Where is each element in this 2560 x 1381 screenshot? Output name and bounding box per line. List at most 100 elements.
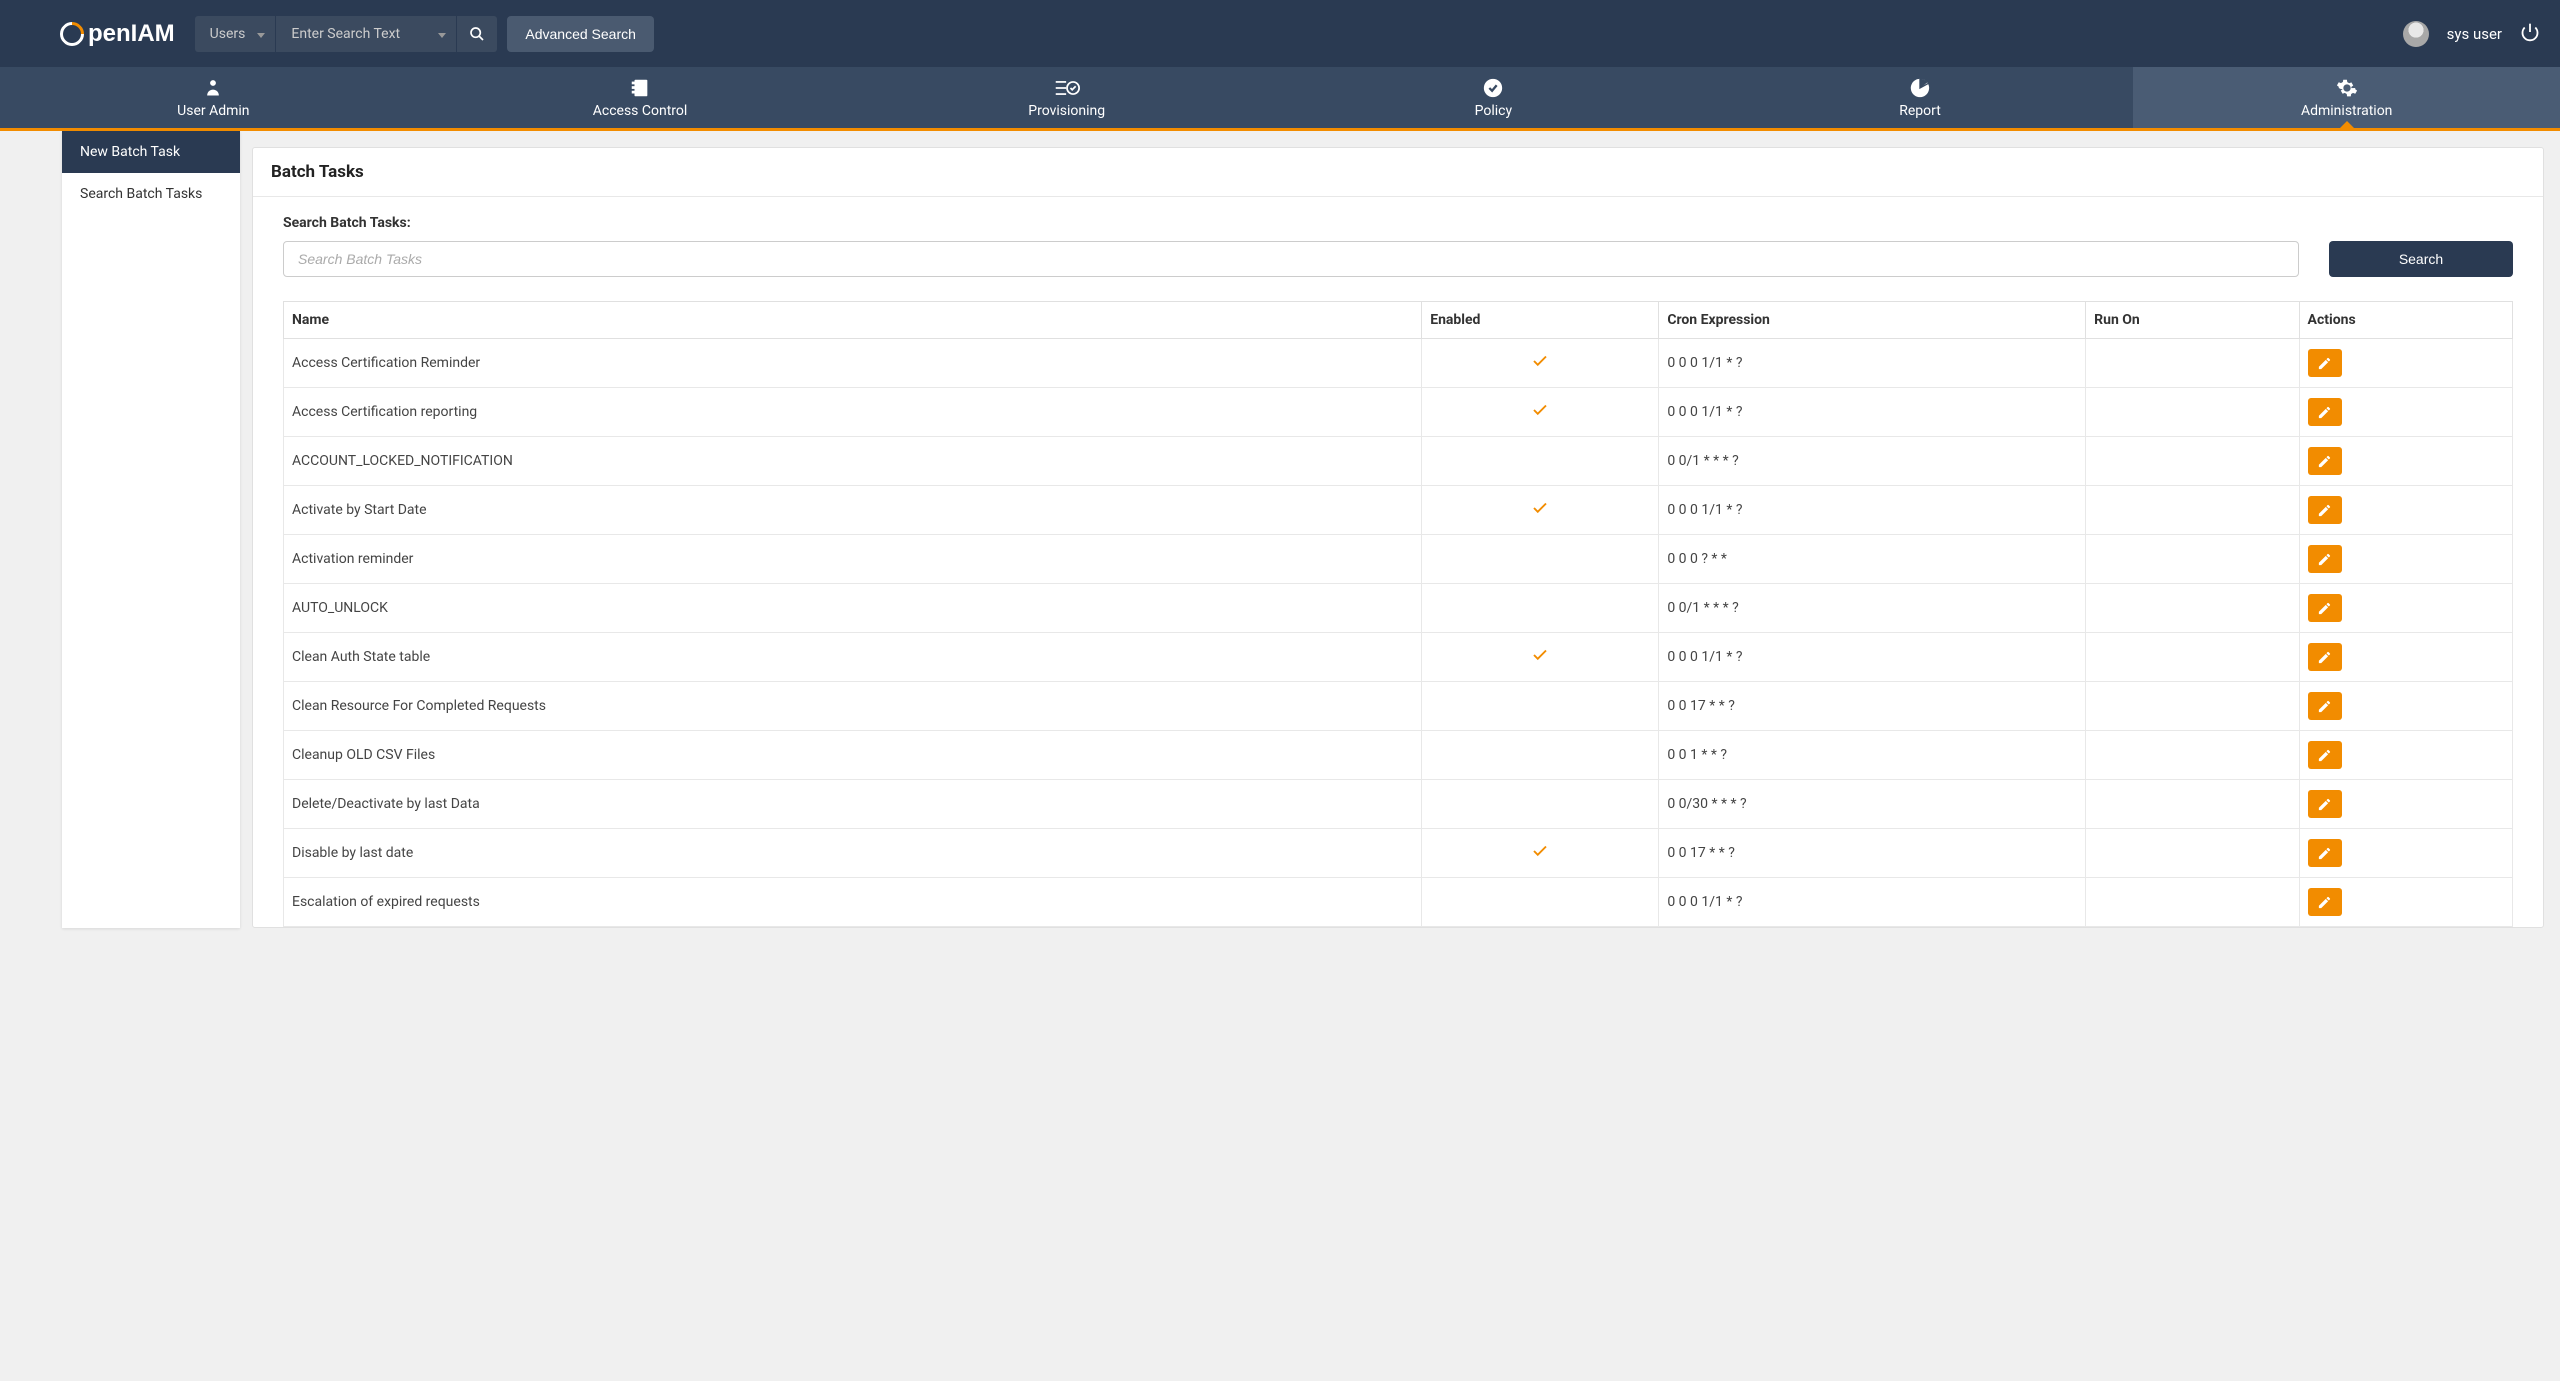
search-section: Search Batch Tasks: Search [253, 197, 2543, 301]
edit-button[interactable] [2308, 888, 2342, 916]
edit-button[interactable] [2308, 545, 2342, 573]
nav-item-policy[interactable]: Policy [1280, 67, 1707, 128]
edit-button[interactable] [2308, 594, 2342, 622]
username[interactable]: sys user [2447, 25, 2502, 43]
cell-name: AUTO_UNLOCK [284, 584, 1422, 633]
cell-enabled [1422, 682, 1659, 731]
cell-runon [2086, 486, 2299, 535]
search-row: Search [283, 241, 2513, 277]
cell-enabled [1422, 535, 1659, 584]
check-icon [1430, 499, 1650, 522]
col-header-actions: Actions [2299, 302, 2512, 339]
cell-actions [2299, 388, 2512, 437]
cell-actions [2299, 437, 2512, 486]
search-type-select[interactable]: Users [195, 16, 276, 52]
search-batch-tasks-input[interactable] [283, 241, 2299, 277]
edit-button[interactable] [2308, 741, 2342, 769]
global-search-controls: Users Enter Search Text Advanced Search [195, 16, 654, 52]
cell-actions [2299, 878, 2512, 927]
content-area: New Batch TaskSearch Batch Tasks Batch T… [0, 131, 2560, 928]
table-header-row: Name Enabled Cron Expression Run On Acti… [284, 302, 2513, 339]
edit-button[interactable] [2308, 349, 2342, 377]
cell-enabled [1422, 486, 1659, 535]
table-row: Escalation of expired requests0 0 0 1/1 … [284, 878, 2513, 927]
table-row: Access Certification Reminder0 0 0 1/1 *… [284, 339, 2513, 388]
table-row: Activation reminder 0 0 0 ? * * [284, 535, 2513, 584]
cell-runon [2086, 388, 2299, 437]
cell-name: ACCOUNT_LOCKED_NOTIFICATION [284, 437, 1422, 486]
cell-name: Delete/Deactivate by last Data [284, 780, 1422, 829]
cell-name: Clean Resource For Completed Requests [284, 682, 1422, 731]
cell-cron: 0 0/30 * * * ? [1659, 780, 2086, 829]
nav-item-access-control[interactable]: Access Control [427, 67, 854, 128]
edit-button[interactable] [2308, 398, 2342, 426]
cell-enabled [1422, 780, 1659, 829]
panel-header: Batch Tasks [253, 148, 2543, 197]
power-icon[interactable] [2520, 22, 2540, 46]
main-panel: Batch Tasks Search Batch Tasks: Search N… [252, 147, 2544, 928]
cell-enabled [1422, 829, 1659, 878]
sidebar-item-search-batch-tasks[interactable]: Search Batch Tasks [62, 173, 240, 215]
cell-enabled [1422, 731, 1659, 780]
main-nav: User Admin Access Control Provisioning Poli… [0, 67, 2560, 131]
cell-name: Disable by last date [284, 829, 1422, 878]
nav-icon [2336, 77, 2358, 99]
edit-button[interactable] [2308, 839, 2342, 867]
batch-tasks-table: Name Enabled Cron Expression Run On Acti… [283, 301, 2513, 927]
cell-cron: 0 0 1 * * ? [1659, 731, 2086, 780]
nav-item-user-admin[interactable]: User Admin [0, 67, 427, 128]
edit-button[interactable] [2308, 496, 2342, 524]
sidebar-item-new-batch-task[interactable]: New Batch Task [62, 131, 240, 173]
search-button[interactable]: Search [2329, 241, 2513, 277]
cell-actions [2299, 780, 2512, 829]
cell-cron: 0 0/1 * * * ? [1659, 584, 2086, 633]
table-row: ACCOUNT_LOCKED_NOTIFICATION 0 0/1 * * * ? [284, 437, 2513, 486]
edit-button[interactable] [2308, 790, 2342, 818]
nav-icon [629, 77, 651, 99]
cell-cron: 0 0 0 ? * * [1659, 535, 2086, 584]
nav-icon [203, 77, 223, 99]
nav-label: Provisioning [1028, 103, 1105, 119]
cell-cron: 0 0 17 * * ? [1659, 682, 2086, 731]
cell-cron: 0 0/1 * * * ? [1659, 437, 2086, 486]
edit-button[interactable] [2308, 692, 2342, 720]
cell-name: Activate by Start Date [284, 486, 1422, 535]
sidebar: New Batch TaskSearch Batch Tasks [62, 131, 240, 928]
top-bar: penIAM Users Enter Search Text Advanced … [0, 0, 2560, 67]
search-icon [469, 26, 485, 42]
global-search-button[interactable] [457, 16, 497, 52]
nav-icon [1054, 77, 1080, 99]
logo-circle-icon [55, 17, 89, 51]
nav-label: Report [1899, 103, 1941, 119]
edit-button[interactable] [2308, 643, 2342, 671]
table-row: Access Certification reporting0 0 0 1/1 … [284, 388, 2513, 437]
cell-enabled [1422, 584, 1659, 633]
cell-name: Activation reminder [284, 535, 1422, 584]
cell-enabled [1422, 339, 1659, 388]
edit-button[interactable] [2308, 447, 2342, 475]
cell-runon [2086, 731, 2299, 780]
cell-cron: 0 0 0 1/1 * ? [1659, 339, 2086, 388]
check-icon [1430, 842, 1650, 865]
table-row: Disable by last date0 0 17 * * ? [284, 829, 2513, 878]
nav-icon [1909, 77, 1931, 99]
table-row: Delete/Deactivate by last Data 0 0/30 * *… [284, 780, 2513, 829]
search-label: Search Batch Tasks: [283, 215, 2513, 231]
avatar[interactable] [2403, 21, 2429, 47]
search-text-select[interactable]: Enter Search Text [276, 16, 456, 52]
cell-runon [2086, 339, 2299, 388]
cell-actions [2299, 731, 2512, 780]
cell-cron: 0 0 0 1/1 * ? [1659, 633, 2086, 682]
advanced-search-button[interactable]: Advanced Search [507, 16, 654, 52]
col-header-name: Name [284, 302, 1422, 339]
top-bar-right: sys user [2403, 21, 2540, 47]
nav-item-report[interactable]: Report [1707, 67, 2134, 128]
nav-label: Access Control [593, 103, 688, 119]
cell-runon [2086, 878, 2299, 927]
logo[interactable]: penIAM [60, 20, 175, 48]
nav-item-administration[interactable]: Administration [2133, 67, 2560, 128]
nav-item-provisioning[interactable]: Provisioning [853, 67, 1280, 128]
cell-cron: 0 0 0 1/1 * ? [1659, 486, 2086, 535]
table-row: Cleanup OLD CSV Files0 0 1 * * ? [284, 731, 2513, 780]
check-icon [1430, 401, 1650, 424]
